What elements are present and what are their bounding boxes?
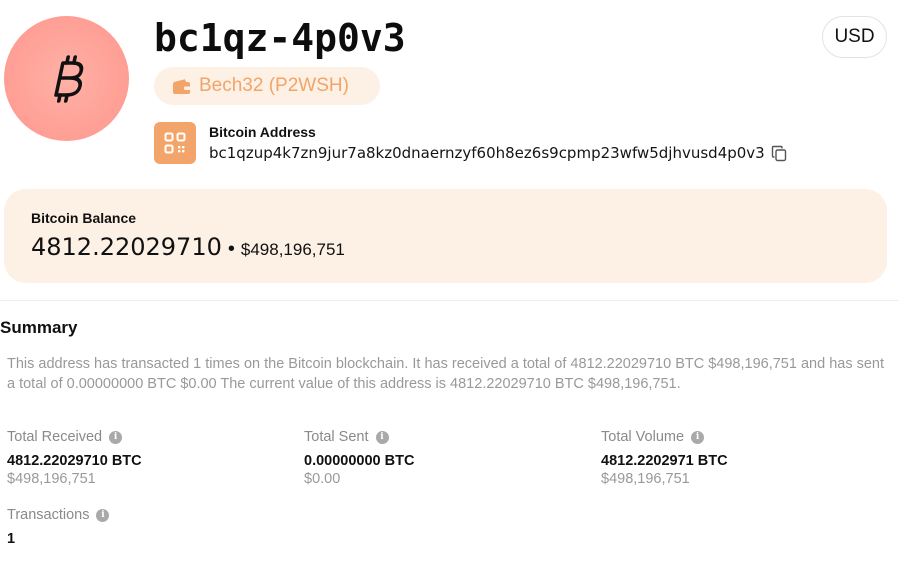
qr-code-icon [164, 132, 186, 154]
balance-btc: 4812.22029710 [31, 233, 222, 261]
stat-total-sent-usd: $0.00 [304, 471, 341, 487]
summary-text: This address has transacted 1 times on t… [7, 356, 885, 392]
address-avatar [4, 16, 129, 141]
balance-row: 4812.22029710 • $498,196,751 [31, 233, 345, 261]
qr-code-button[interactable] [154, 122, 196, 164]
stat-total-received-usd: $498,196,751 [7, 471, 96, 487]
info-icon[interactable]: i [96, 508, 110, 522]
address-label: Bitcoin Address [209, 124, 316, 140]
address-type-label: Bech32 (P2WSH) [199, 75, 349, 96]
address-type-chip: Bech32 (P2WSH) [154, 67, 380, 105]
address-short-title: bc1qz-4p0v3 [154, 16, 406, 60]
stat-total-sent-value: 0.00000000 BTC [304, 453, 415, 469]
stat-transactions-value: 1 [7, 531, 16, 547]
info-icon[interactable]: i [375, 430, 389, 444]
stat-total-received-value: 4812.22029710 BTC [7, 453, 142, 469]
stat-transactions: Transactions i 1 [7, 507, 110, 547]
summary-title: Summary [0, 318, 78, 337]
balance-card: Bitcoin Balance 4812.22029710 • $498,196… [4, 189, 887, 283]
stat-transactions-label: Transactions [7, 507, 90, 523]
bitcoin-icon [53, 54, 83, 103]
stat-total-received: Total Received i 4812.22029710 BTC $498,… [7, 429, 142, 487]
address-full-row: bc1qzup4k7zn9jur7a8kz0dnaernzyf60h8ez6s9… [209, 144, 787, 162]
address-full-text: bc1qzup4k7zn9jur7a8kz0dnaernzyf60h8ez6s9… [209, 144, 765, 162]
info-icon[interactable]: i [109, 430, 123, 444]
stat-total-sent-label: Total Sent [304, 429, 369, 445]
stat-total-sent: Total Sent i 0.00000000 BTC $0.00 [304, 429, 414, 487]
copy-icon[interactable] [771, 145, 787, 162]
stat-total-volume-value: 4812.2202971 BTC [601, 453, 728, 469]
balance-separator: • [227, 238, 235, 260]
stat-total-volume: Total Volume i 4812.2202971 BTC $498,196… [601, 429, 728, 487]
section-divider [0, 300, 898, 301]
balance-label: Bitcoin Balance [31, 210, 137, 226]
wallet-icon [173, 78, 190, 94]
balance-usd: $498,196,751 [240, 240, 345, 259]
stat-total-volume-usd: $498,196,751 [601, 471, 690, 487]
info-icon[interactable]: i [691, 430, 705, 444]
stat-total-volume-label: Total Volume [601, 429, 685, 445]
stat-total-received-label: Total Received [7, 429, 103, 445]
currency-toggle-button[interactable]: USD [822, 16, 887, 58]
